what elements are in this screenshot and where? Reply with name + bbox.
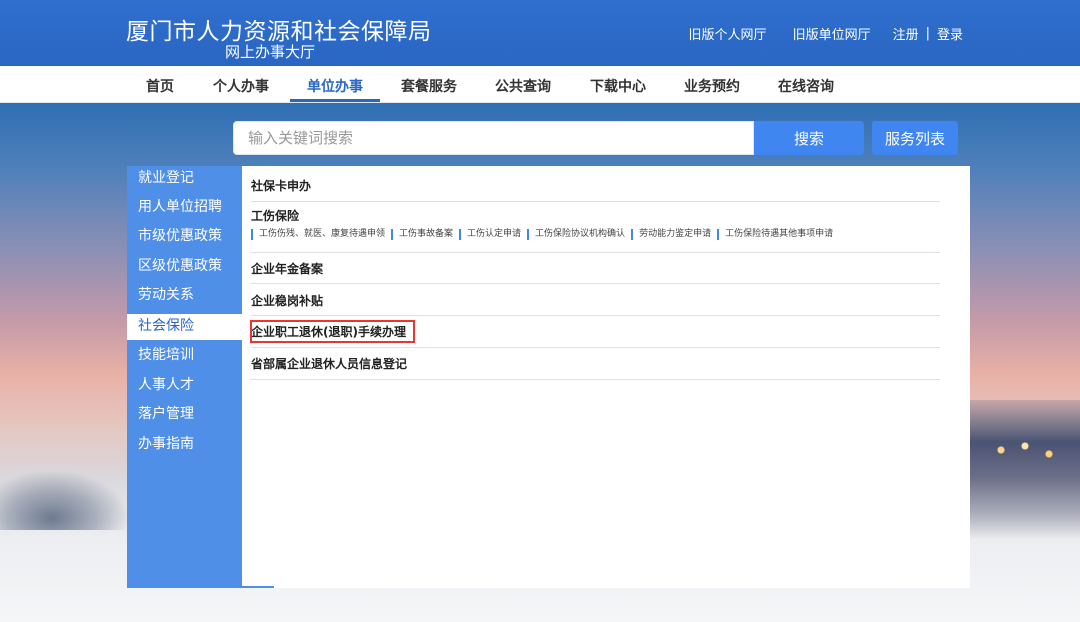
nav-home[interactable]: 首页 [146, 76, 174, 96]
nav-appointment[interactable]: 业务预约 [684, 76, 740, 96]
nav-online-consult[interactable]: 在线咨询 [778, 76, 834, 96]
nav-package-services[interactable]: 套餐服务 [401, 76, 457, 96]
nav-unit-services[interactable]: 单位办事 [307, 76, 363, 96]
nav-download-center[interactable]: 下载中心 [590, 76, 646, 96]
nav-personal-services[interactable]: 个人办事 [213, 76, 269, 96]
service-enterprise-annuity[interactable]: 企业年金备案 [251, 260, 940, 277]
sub-link-injury-treatment[interactable]: 工伤伤残、就医、康复待遇申领 [251, 229, 391, 240]
sub-link-injury-accident-filing[interactable]: 工伤事故备案 [391, 229, 459, 240]
sub-link-ability-assessment[interactable]: 劳动能力鉴定申请 [631, 229, 717, 240]
old-unit-hall-link[interactable]: 旧版单位网厅 [793, 24, 871, 43]
sub-link-agency-confirmation[interactable]: 工伤保险协议机构确认 [527, 229, 631, 240]
service-list-panel: 社保卡申办 工伤保险 工伤伤残、就医、康复待遇申领 工伤事故备案 工伤认定申请 … [242, 166, 970, 588]
work-injury-sub-links: 工伤伤残、就医、康复待遇申领 工伤事故备案 工伤认定申请 工伤保险协议机构确认 … [251, 229, 940, 240]
sub-link-other-benefits[interactable]: 工伤保险待遇其他事项申请 [717, 229, 839, 240]
sidebar-item-city-policy[interactable]: 市级优惠政策 [127, 224, 242, 250]
background-city-right [970, 400, 1080, 540]
sidebar-item-district-policy[interactable]: 区级优惠政策 [127, 254, 242, 280]
link-separator: | [925, 26, 930, 41]
login-link[interactable]: 登录 [937, 24, 963, 43]
service-row: 社保卡申办 [251, 177, 940, 202]
sidebar-item-skills-training[interactable]: 技能培训 [127, 343, 242, 369]
category-sidebar: 就业登记 用人单位招聘 市级优惠政策 区级优惠政策 劳动关系 社会保险 技能培训… [127, 166, 244, 588]
sidebar-item-household-registration[interactable]: 落户管理 [127, 402, 242, 428]
service-work-injury-insurance[interactable]: 工伤保险 [251, 207, 940, 224]
background-hill-left [0, 470, 130, 530]
panel-bottom-accent [242, 586, 274, 588]
service-list-button[interactable]: 服务列表 [872, 121, 958, 155]
service-retiree-info-registration[interactable]: 省部属企业退休人员信息登记 [251, 355, 940, 372]
sidebar-item-labor-relations[interactable]: 劳动关系 [127, 283, 242, 309]
service-row: 企业稳岗补贴 [251, 292, 940, 316]
service-social-security-card[interactable]: 社保卡申办 [251, 177, 940, 194]
service-job-stabilization-subsidy[interactable]: 企业稳岗补贴 [251, 292, 940, 309]
sidebar-item-service-guide[interactable]: 办事指南 [127, 432, 242, 458]
site-header: 厦门市人力资源和社会保障局 网上办事大厅 旧版个人网厅 旧版单位网厅 注册 | … [0, 0, 1080, 66]
search-button[interactable]: 搜索 [754, 121, 864, 155]
nav-active-indicator [290, 99, 380, 102]
old-personal-hall-link[interactable]: 旧版个人网厅 [689, 24, 767, 43]
background-city-lights [985, 430, 1065, 470]
service-row: 企业年金备案 [251, 260, 940, 284]
sidebar-item-recruitment[interactable]: 用人单位招聘 [127, 195, 242, 221]
search-input[interactable] [234, 122, 753, 154]
nav-public-query[interactable]: 公共查询 [495, 76, 551, 96]
service-row: 工伤保险 工伤伤残、就医、康复待遇申领 工伤事故备案 工伤认定申请 工伤保险协议… [251, 207, 940, 253]
sidebar-item-social-insurance[interactable]: 社会保险 [127, 314, 244, 340]
site-subtitle: 网上办事大厅 [225, 43, 316, 61]
search-box [233, 121, 754, 155]
service-row: 省部属企业退休人员信息登记 [251, 355, 940, 380]
register-link[interactable]: 注册 [893, 24, 919, 43]
sub-link-injury-recognition[interactable]: 工伤认定申请 [459, 229, 527, 240]
header-links: 旧版个人网厅 旧版单位网厅 注册 | 登录 [689, 24, 963, 43]
highlight-box [250, 320, 415, 343]
main-nav: 首页 个人办事 单位办事 套餐服务 公共查询 下载中心 业务预约 在线咨询 [0, 66, 1080, 103]
sidebar-item-employment-registration[interactable]: 就业登记 [127, 166, 242, 192]
sidebar-item-personnel-talent[interactable]: 人事人才 [127, 373, 242, 399]
